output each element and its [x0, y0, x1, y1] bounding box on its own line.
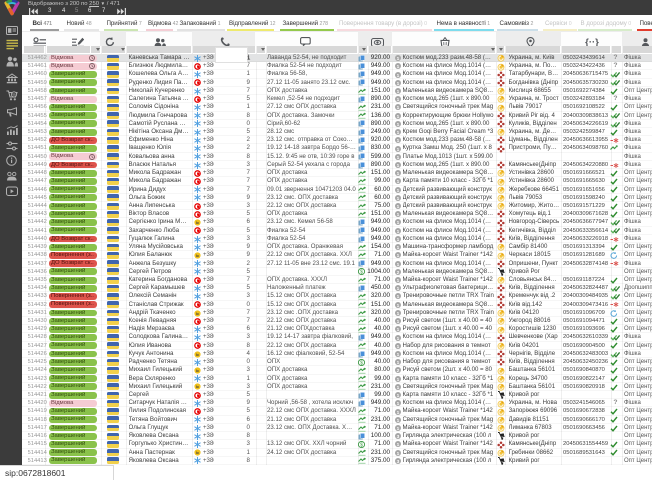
svg-text:1: 1 — [396, 97, 399, 102]
svg-text:1: 1 — [396, 302, 399, 307]
svg-text:1: 1 — [396, 220, 399, 225]
svg-text:2: 2 — [396, 270, 399, 275]
svg-text:1: 1 — [396, 286, 399, 291]
svg-text:1: 1 — [396, 171, 399, 176]
svg-text:1: 1 — [396, 179, 399, 184]
svg-text:1: 1 — [396, 163, 399, 168]
svg-text:$: $ — [360, 442, 363, 448]
svg-text:1: 1 — [396, 64, 399, 69]
svg-text:$: $ — [360, 360, 363, 366]
svg-text:1: 1 — [396, 245, 399, 250]
svg-text:1: 1 — [396, 261, 399, 266]
svg-text:3: 3 — [396, 434, 399, 439]
svg-text:1: 1 — [396, 401, 399, 406]
svg-text:1: 1 — [396, 130, 399, 135]
svg-text:1: 1 — [396, 229, 399, 234]
svg-text:1: 1 — [396, 155, 399, 160]
svg-text:1: 1 — [396, 196, 399, 201]
svg-text:1: 1 — [396, 81, 399, 86]
svg-text:1: 1 — [396, 278, 399, 283]
svg-text:%: % — [11, 92, 15, 97]
svg-text:1: 1 — [396, 113, 399, 118]
svg-text:1: 1 — [396, 335, 399, 340]
svg-text:1: 1 — [396, 204, 399, 209]
svg-text:1: 1 — [396, 319, 399, 324]
svg-text:1: 1 — [396, 385, 399, 390]
svg-text:2: 2 — [396, 368, 399, 373]
svg-text:$: $ — [360, 270, 363, 276]
svg-text:1: 1 — [396, 56, 399, 61]
svg-text:1: 1 — [396, 212, 399, 217]
svg-text:1: 1 — [396, 294, 399, 299]
svg-text:1: 1 — [396, 426, 399, 431]
svg-text:1: 1 — [396, 187, 399, 192]
svg-text:1: 1 — [396, 138, 399, 143]
svg-text:1: 1 — [396, 344, 399, 349]
svg-text:1: 1 — [396, 418, 399, 423]
svg-text:1: 1 — [396, 237, 399, 242]
svg-text:1: 1 — [396, 122, 399, 127]
svg-text:1: 1 — [396, 376, 399, 381]
svg-text:1: 1 — [396, 450, 399, 455]
svg-text:1: 1 — [396, 253, 399, 258]
svg-text:1: 1 — [396, 409, 399, 414]
svg-text:1: 1 — [396, 89, 399, 94]
svg-text:1: 1 — [396, 352, 399, 357]
svg-text:1: 1 — [396, 442, 399, 447]
svg-text:1: 1 — [396, 72, 399, 77]
svg-text:1: 1 — [396, 393, 399, 398]
svg-text:1: 1 — [396, 146, 399, 151]
svg-text:1: 1 — [396, 311, 399, 316]
svg-text:1: 1 — [396, 327, 399, 332]
svg-text:1: 1 — [396, 360, 399, 365]
svg-text:3: 3 — [396, 459, 399, 464]
svg-text:1: 1 — [396, 105, 399, 110]
